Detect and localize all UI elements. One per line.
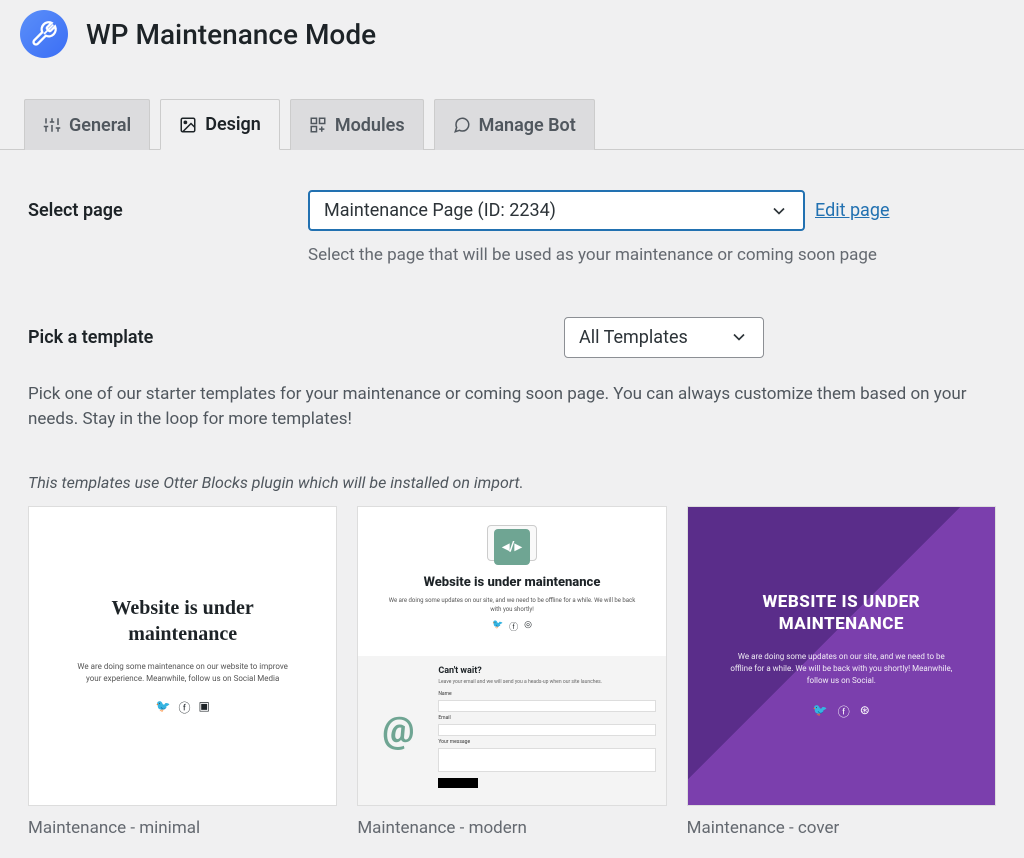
templates-grid: Website is under maintenance We are doin… xyxy=(28,506,996,838)
tab-label: Design xyxy=(205,114,261,135)
form-email-input xyxy=(438,724,655,736)
instagram-icon: ◎ xyxy=(524,620,532,633)
template-thumbnail: ◂/▸ Website is under maintenance We are … xyxy=(357,506,666,806)
facebook-icon: ⓕ xyxy=(509,620,518,633)
select-page-value: Maintenance Page (ID: 2234) xyxy=(324,200,556,221)
preview-heading: Website is under maintenance xyxy=(69,595,296,647)
edit-page-link[interactable]: Edit page xyxy=(815,200,890,221)
template-name: Maintenance - cover xyxy=(687,818,996,838)
preview-heading: Website is under maintenance xyxy=(424,575,601,592)
tab-design[interactable]: Design xyxy=(160,99,280,150)
otter-note: This templates use Otter Blocks plugin w… xyxy=(28,473,996,492)
template-card-modern[interactable]: ◂/▸ Website is under maintenance We are … xyxy=(357,506,666,838)
content-area: Select page Maintenance Page (ID: 2234) … xyxy=(0,150,1024,858)
tabs-bar: General Design Modules Manage Bot xyxy=(0,78,1024,150)
grid-icon xyxy=(309,116,327,134)
select-page-row: Select page Maintenance Page (ID: 2234) … xyxy=(28,190,996,269)
form-submit-button xyxy=(438,778,478,788)
template-name: Maintenance - minimal xyxy=(28,818,337,838)
preview-text: We are doing some maintenance on our web… xyxy=(69,661,296,685)
pick-template-description: Pick one of our starter templates for yo… xyxy=(28,382,996,433)
twitter-icon: 🐦 xyxy=(156,699,171,716)
linkedin-icon: ▣ xyxy=(198,699,209,716)
facebook-icon: ⓕ xyxy=(178,699,190,716)
chat-icon xyxy=(453,116,471,134)
form-message-label: Your message xyxy=(438,739,655,745)
tab-label: Modules xyxy=(335,115,405,136)
pick-template-label: Pick a template xyxy=(28,327,564,348)
form-name-input xyxy=(438,700,655,712)
template-filter-dropdown[interactable]: All Templates xyxy=(564,317,764,358)
form-name-label: Name xyxy=(438,691,655,697)
template-thumbnail: WEBSITE IS UNDER MAINTENANCE We are doin… xyxy=(687,506,996,806)
chevron-down-icon xyxy=(769,201,789,221)
template-filter-value: All Templates xyxy=(579,327,688,348)
app-icon xyxy=(20,10,68,58)
chevron-down-icon xyxy=(729,327,749,347)
preview-text: We are doing some updates on our site, a… xyxy=(358,597,665,614)
form-desc: Leave your email and we will send you a … xyxy=(438,679,655,685)
twitter-icon: 🐦 xyxy=(492,620,503,633)
form-email-label: Email xyxy=(438,715,655,721)
dribbble-icon: ⊛ xyxy=(860,703,870,720)
select-page-help: Select the page that will be used as you… xyxy=(308,243,996,269)
tab-label: Manage Bot xyxy=(479,115,576,136)
at-icon: @ xyxy=(382,709,414,751)
tab-modules[interactable]: Modules xyxy=(290,99,424,150)
code-icon: ◂/▸ xyxy=(502,539,521,555)
select-page-dropdown[interactable]: Maintenance Page (ID: 2234) xyxy=(308,190,805,231)
pick-template-section: Pick a template All Templates Pick one o… xyxy=(28,317,996,838)
template-card-minimal[interactable]: Website is under maintenance We are doin… xyxy=(28,506,337,838)
tab-general[interactable]: General xyxy=(24,99,150,150)
page-title: WP Maintenance Mode xyxy=(86,18,376,51)
tab-manage-bot[interactable]: Manage Bot xyxy=(434,99,595,150)
twitter-icon: 🐦 xyxy=(813,703,828,720)
sliders-icon xyxy=(43,116,61,134)
select-page-label: Select page xyxy=(28,190,308,221)
tab-label: General xyxy=(69,115,131,136)
facebook-icon: ⓕ xyxy=(838,703,850,720)
preview-text: We are doing some updates on our site, a… xyxy=(718,651,965,687)
template-thumbnail: Website is under maintenance We are doin… xyxy=(28,506,337,806)
template-name: Maintenance - modern xyxy=(357,818,666,838)
page-header: WP Maintenance Mode xyxy=(0,0,1024,78)
preview-heading: WEBSITE IS UNDER MAINTENANCE xyxy=(718,591,965,635)
form-message-input xyxy=(438,748,655,772)
template-card-cover[interactable]: WEBSITE IS UNDER MAINTENANCE We are doin… xyxy=(687,506,996,838)
form-title: Can't wait? xyxy=(438,666,655,676)
image-icon xyxy=(179,116,197,134)
